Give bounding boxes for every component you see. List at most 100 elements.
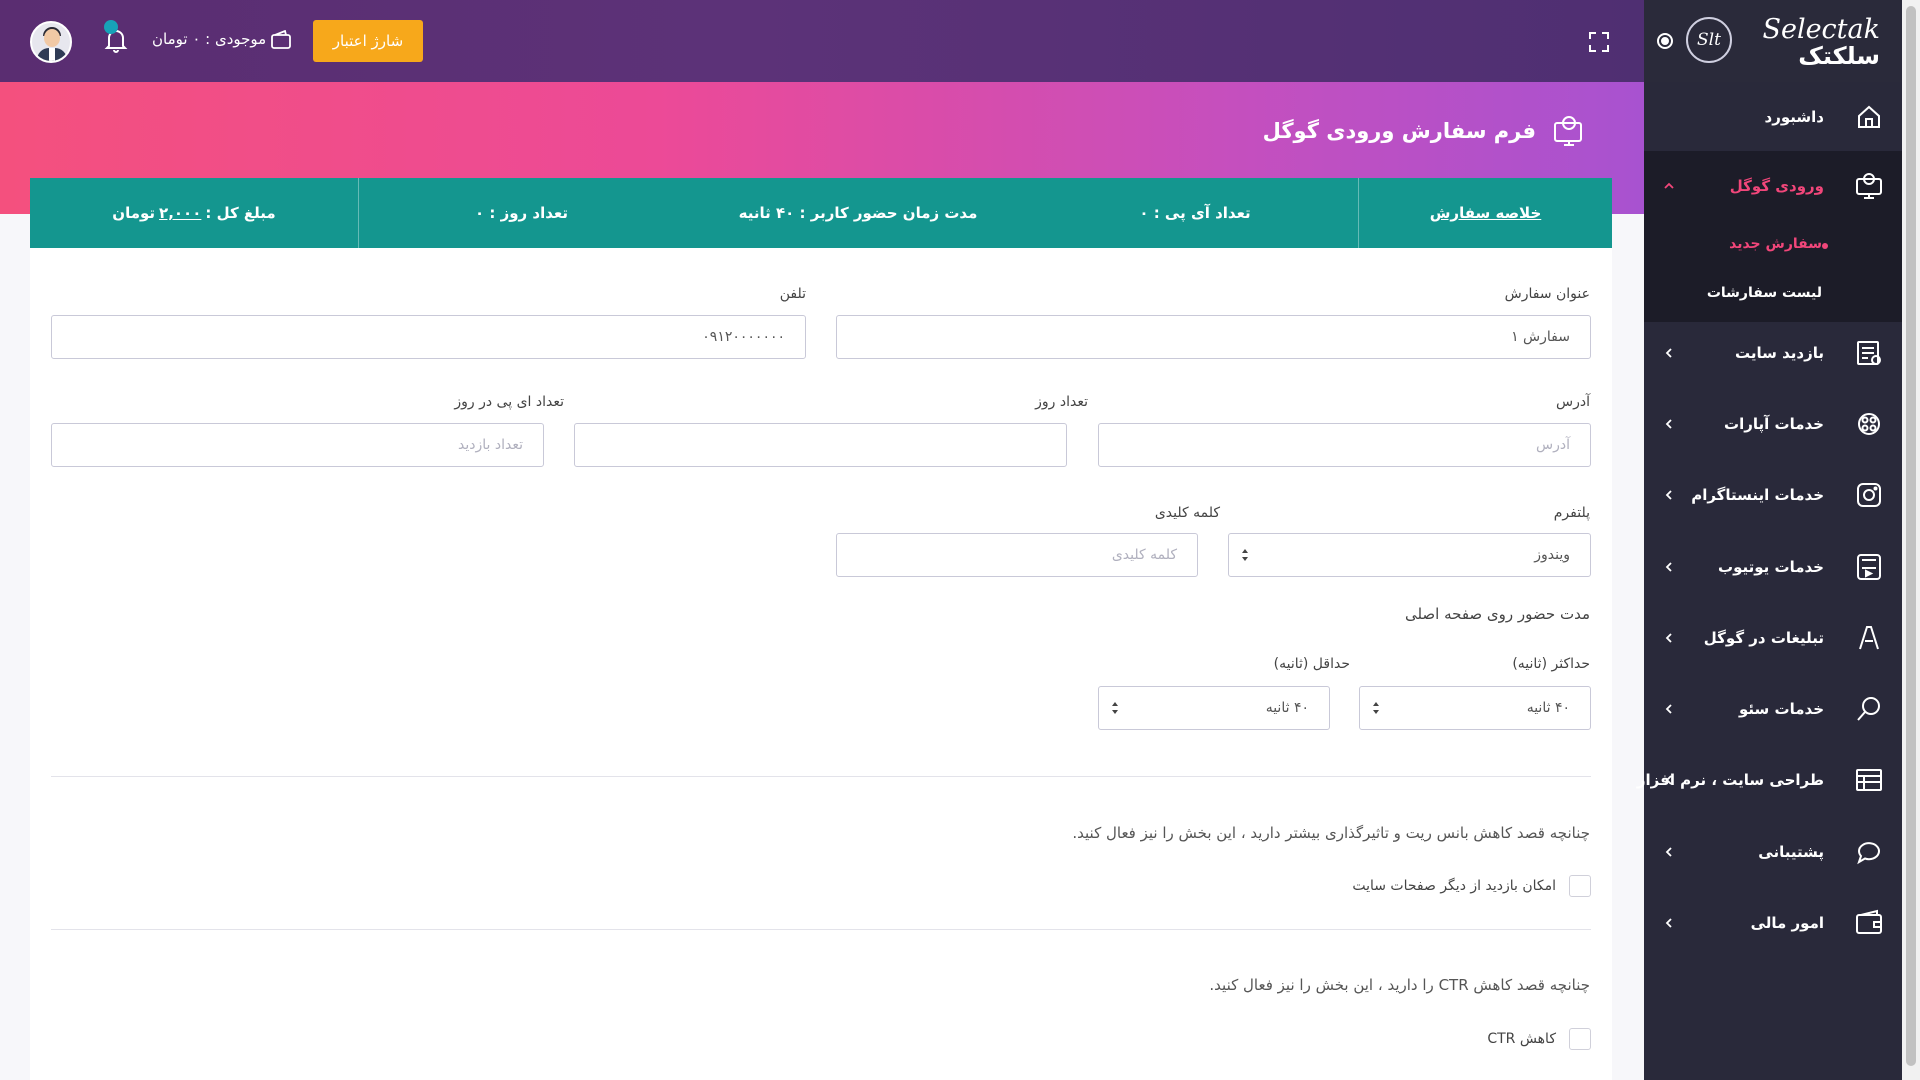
home-icon xyxy=(1858,105,1880,128)
platform-select[interactable]: ویندوز xyxy=(1228,533,1591,577)
google-entry-submenu: سفارش جدید لیست سفارشات xyxy=(1644,221,1902,322)
keyword-input[interactable]: کلمه کلیدی xyxy=(836,533,1198,577)
summary-total-amount: ۲,۰۰۰ xyxy=(159,204,202,222)
days-input[interactable] xyxy=(574,423,1067,467)
presence-heading: مدت حضور روی صفحه اصلی xyxy=(1404,605,1590,623)
section-divider xyxy=(51,776,1591,777)
subitem-orders-list[interactable]: لیست سفارشات xyxy=(1707,285,1822,301)
chevron-left-icon xyxy=(1665,490,1672,500)
chevron-up-icon xyxy=(1664,182,1674,189)
min-seconds-label: حداقل (ثانیه) xyxy=(1273,656,1350,672)
max-seconds-label: حداکثر (ثانیه) xyxy=(1512,656,1590,672)
instagram-icon xyxy=(1857,483,1881,507)
sidebar-item-label: خدمات اینستاگرام xyxy=(1691,486,1824,504)
summary-days-count: تعداد روز : ۰ xyxy=(358,178,684,248)
platform-select-value: ویندوز xyxy=(1534,547,1570,563)
phone-input[interactable]: ۰۹۱۲۰۰۰۰۰۰۰ xyxy=(51,315,806,359)
summary-total: مبلغ کل : ۲,۰۰۰ تومان xyxy=(30,178,358,248)
summary-total-label: مبلغ کل : xyxy=(205,204,276,222)
subitem-new-order[interactable]: سفارش جدید xyxy=(1729,236,1822,252)
platform-label: پلتفرم xyxy=(1553,505,1590,521)
select-arrows-icon xyxy=(1373,702,1379,714)
chevron-left-icon xyxy=(1665,419,1672,429)
wallet-icon xyxy=(1856,909,1882,934)
other-pages-checkbox[interactable] xyxy=(1569,875,1591,897)
wallet-icon xyxy=(271,30,291,49)
page-title-wrap: فرم سفارش ورودی گوگل xyxy=(1263,114,1586,148)
order-title-input[interactable]: سفارش ۱ xyxy=(836,315,1591,359)
sidebar-item-label: امور مالی xyxy=(1750,914,1824,932)
user-avatar[interactable] xyxy=(30,21,72,63)
phone-label: تلفن xyxy=(779,286,806,302)
ctr-checkbox-label: کاهش CTR xyxy=(1487,1031,1556,1047)
summary-ip-count: تعداد آی پی : ۰ xyxy=(1139,204,1251,222)
summary-total-unit: تومان xyxy=(112,204,156,222)
site-visit-icon xyxy=(1857,341,1881,365)
logo-subtext: سلکتک xyxy=(1798,42,1880,70)
address-input[interactable]: آدرس xyxy=(1098,423,1591,467)
sidebar-item-dashboard[interactable]: داشبورد xyxy=(1644,82,1902,152)
sidebar-item-instagram[interactable]: خدمات اینستاگرام xyxy=(1644,460,1902,530)
section-divider xyxy=(51,929,1591,930)
chevron-left-icon xyxy=(1665,847,1672,857)
days-label: تعداد روز xyxy=(1035,394,1088,410)
ips-per-day-label: تعداد ای پی در روز xyxy=(454,394,564,410)
order-summary-link[interactable]: خلاصه سفارش xyxy=(1358,178,1612,248)
bounce-note: چنانچه قصد کاهش بانس ریت و تاثیرگذاری بی… xyxy=(1072,824,1590,842)
sidebar-item-label: ورودی گوگل xyxy=(1729,177,1824,195)
sidebar-item-aparat[interactable]: خدمات آپارات xyxy=(1644,389,1902,459)
page-title: فرم سفارش ورودی گوگل xyxy=(1262,119,1536,143)
sidebar-item-youtube[interactable]: خدمات یوتیوب xyxy=(1644,532,1902,602)
sidebar-item-finance[interactable]: امور مالی xyxy=(1644,888,1902,958)
chevron-left-icon xyxy=(1665,348,1672,358)
google-entry-icon xyxy=(1554,116,1582,146)
google-entry-icon xyxy=(1856,173,1882,199)
max-seconds-select[interactable]: ۴۰ ثانیه xyxy=(1359,686,1591,730)
sidebar-item-label: خدمات سئو xyxy=(1739,700,1824,718)
target-icon[interactable] xyxy=(1656,32,1674,50)
order-summary-bar: خلاصه سفارش تعداد آی پی : ۰ مدت زمان حضو… xyxy=(30,178,1612,248)
keyword-label: کلمه کلیدی xyxy=(1154,505,1220,521)
sidebar-item-google-ads[interactable]: تبلیغات در گوگل xyxy=(1644,603,1902,673)
sidebar-item-site-visit[interactable]: بازدید سایت xyxy=(1644,318,1902,388)
order-title-label: عنوان سفارش xyxy=(1504,286,1590,302)
sidebar-item-support[interactable]: پشتیبانی xyxy=(1644,817,1902,887)
max-seconds-value: ۴۰ ثانیه xyxy=(1526,700,1570,716)
youtube-icon xyxy=(1857,554,1881,580)
top-bar: موجودی : ۰ تومان شارژ اعتبار xyxy=(0,0,1644,82)
ips-per-day-input[interactable]: تعداد بازدید xyxy=(51,423,544,467)
sidebar-item-google-entry[interactable]: ورودی گوگل xyxy=(1644,151,1902,221)
logo-text: Selectak xyxy=(1762,14,1880,45)
sidebar: Selectak سلکتک Slt داشبورد ورودی گوگل سف… xyxy=(1637,0,1902,1080)
search-icon xyxy=(1857,697,1880,721)
chevron-left-icon xyxy=(1665,775,1672,785)
aparat-icon xyxy=(1858,413,1880,435)
scrollbar-thumb[interactable] xyxy=(1906,6,1916,1066)
sidebar-item-web-design[interactable]: طراحی سایت ، نرم افزار xyxy=(1637,745,1902,815)
balance-text: موجودی : ۰ تومان xyxy=(152,30,267,48)
chat-icon xyxy=(1857,842,1880,865)
sidebar-item-label: تبلیغات در گوگل xyxy=(1703,629,1824,647)
chevron-left-icon xyxy=(1665,918,1672,928)
sidebar-item-label: پشتیبانی xyxy=(1758,843,1824,861)
sidebar-item-label: خدمات یوتیوب xyxy=(1718,558,1824,576)
select-arrows-icon xyxy=(1242,549,1248,561)
fullscreen-icon[interactable] xyxy=(1588,31,1610,53)
sidebar-logo-area: Selectak سلکتک Slt xyxy=(1644,0,1902,82)
logo-badge: Slt xyxy=(1686,17,1732,63)
ctr-checkbox[interactable] xyxy=(1569,1028,1591,1050)
order-form: عنوان سفارش سفارش ۱ تلفن ۰۹۱۲۰۰۰۰۰۰۰ آدر… xyxy=(30,248,1612,1080)
google-ads-icon xyxy=(1859,626,1879,650)
other-pages-checkbox-label: امکان بازدید از دیگر صفحات سایت xyxy=(1352,878,1556,894)
sidebar-item-label: داشبورد xyxy=(1764,108,1824,126)
charge-credit-button[interactable]: شارژ اعتبار xyxy=(313,20,423,62)
summary-user-time: مدت زمان حضور کاربر : ۴۰ ثانیه xyxy=(738,204,978,222)
active-dot xyxy=(1822,243,1828,249)
sidebar-item-label: خدمات آپارات xyxy=(1724,415,1824,433)
min-seconds-select[interactable]: ۴۰ ثانیه xyxy=(1098,686,1330,730)
sidebar-item-label: بازدید سایت xyxy=(1734,344,1824,362)
ctr-note: چنانچه قصد کاهش CTR را دارید ، این بخش ر… xyxy=(1209,976,1590,994)
sidebar-item-seo[interactable]: خدمات سئو xyxy=(1644,674,1902,744)
chevron-left-icon xyxy=(1665,633,1672,643)
address-label: آدرس xyxy=(1556,394,1590,410)
